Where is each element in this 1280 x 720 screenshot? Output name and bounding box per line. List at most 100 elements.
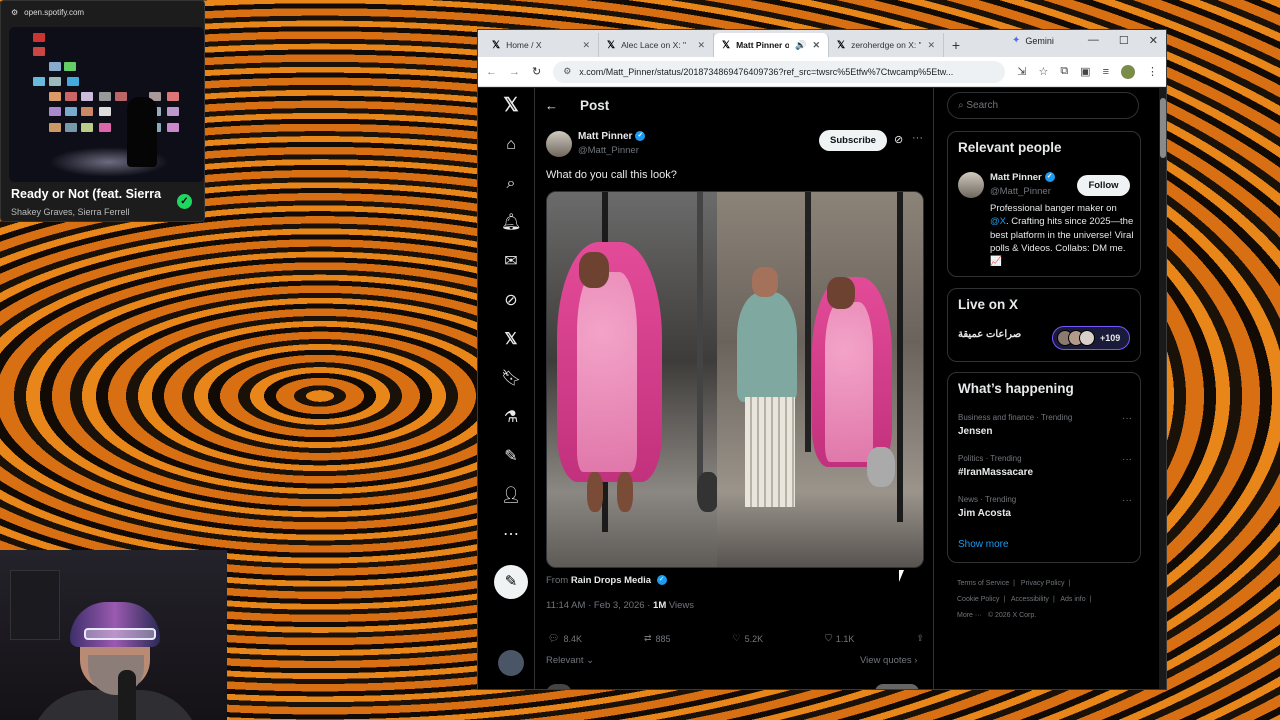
messages-icon[interactable]: ✉ [501, 252, 521, 272]
view-quotes-label: View quotes [860, 655, 912, 666]
track-artist[interactable]: Shakey Graves, Sierra Ferrell [11, 207, 130, 217]
tab-matt-pinner[interactable]: 𝕏 Matt Pinner o 🔊 ✕ [714, 33, 829, 57]
reload-icon[interactable]: ↻ [532, 65, 541, 78]
profile-icon[interactable]: 👤︎ [501, 486, 521, 506]
share-button[interactable]: ⇪ [916, 633, 924, 644]
chevron-right-icon: › [914, 655, 918, 666]
more-options-icon[interactable]: ··· [912, 132, 923, 144]
bookmark-star-icon[interactable]: ☆ [1038, 65, 1048, 78]
tab-alec-lace[interactable]: 𝕏 Alec Lace on X: " ✕ [599, 33, 714, 57]
x-logo-icon: 𝕏 [492, 39, 501, 51]
footer-ads-link[interactable]: Ads info [1060, 596, 1085, 603]
scrollbar-thumb[interactable] [1160, 98, 1166, 158]
trend-more-icon[interactable]: ··· [1122, 495, 1132, 506]
lists-icon[interactable]: ✎ [501, 447, 521, 467]
post-timestamp[interactable]: 11:14 AM · Feb 3, 2026 · [546, 600, 650, 611]
author-avatar[interactable] [546, 131, 572, 157]
bookmarks-icon[interactable]: 🔖︎ [501, 369, 521, 389]
speaker-icon[interactable]: 🔊 [795, 40, 806, 51]
live-listeners-pill[interactable]: +109 [1052, 326, 1130, 350]
x-premium-icon[interactable]: 𝕏 [501, 330, 521, 350]
footer-privacy-link[interactable]: Privacy Policy [1021, 580, 1065, 587]
reply-button-peek[interactable] [875, 684, 919, 689]
from-source-link[interactable]: Rain Drops Media [571, 575, 651, 586]
live-space-title[interactable]: صراعات عميقة [958, 329, 1021, 340]
trend-more-icon[interactable]: ··· [1122, 413, 1132, 424]
footer-cookie-link[interactable]: Cookie Policy [957, 596, 999, 603]
author-name-text: Matt Pinner [578, 131, 633, 142]
explore-icon[interactable]: ⌕ [501, 174, 521, 194]
address-bar[interactable]: ⚙ x.com/Matt_Pinner/status/2018734869476… [553, 60, 1006, 83]
new-tab-button[interactable]: + [944, 33, 968, 57]
grok-explain-icon[interactable]: ⊘ [894, 133, 903, 146]
search-input[interactable]: ⌕ Search [947, 92, 1139, 119]
back-icon[interactable]: ← [486, 66, 497, 78]
media-controls-icon[interactable]: ≡ [1103, 66, 1109, 78]
follow-button[interactable]: Follow [1077, 175, 1130, 196]
more-icon[interactable]: ⋯ [501, 525, 521, 545]
trend-category: Politics · Trending [958, 454, 1022, 463]
x-logo-icon[interactable]: 𝕏 [501, 96, 521, 116]
show-more-link[interactable]: Show more [958, 539, 1009, 550]
reply-button[interactable]: 💬︎ 8.4K [548, 633, 582, 644]
extensions-icon[interactable]: ⧉ [1060, 65, 1068, 78]
person-name[interactable]: Matt Pinner ✓ [990, 172, 1055, 183]
bio-mention-link[interactable]: @X [990, 216, 1006, 227]
subscribe-button[interactable]: Subscribe [819, 130, 887, 151]
footer-separator: | [1013, 580, 1015, 587]
person-avatar[interactable] [958, 172, 984, 198]
close-icon[interactable]: ✕ [927, 40, 935, 51]
footer-more-link[interactable]: More ··· [957, 612, 982, 619]
close-window-icon[interactable]: ✕ [1149, 34, 1158, 47]
minimize-icon[interactable]: — [1088, 34, 1099, 47]
back-arrow-icon[interactable]: ← [545, 98, 558, 113]
post-meta: 11:14 AM · Feb 3, 2026 · 1M Views [546, 600, 694, 611]
notifications-icon[interactable]: 🔔︎ [501, 213, 521, 233]
kebab-menu-icon[interactable]: ⋮ [1147, 65, 1158, 78]
trend-item[interactable]: Politics · Trending #IranMassacare ··· [958, 454, 1132, 478]
footer-accessibility-link[interactable]: Accessibility [1011, 596, 1049, 603]
trend-more-icon[interactable]: ··· [1122, 454, 1132, 465]
profile-avatar-icon[interactable] [1121, 64, 1135, 79]
close-icon[interactable]: ✕ [812, 40, 820, 51]
tab-label: Home / X [506, 40, 542, 50]
page-scrollbar[interactable] [1159, 88, 1166, 689]
maximize-icon[interactable]: ☐ [1119, 34, 1129, 47]
repost-button[interactable]: ⇄ 885 [644, 633, 671, 644]
grok-icon[interactable]: ⊘ [501, 291, 521, 311]
search-icon: ⌕ [958, 100, 964, 111]
reply-avatar[interactable] [546, 684, 572, 689]
repost-icon: ⇄ [643, 633, 652, 643]
close-icon[interactable]: ✕ [582, 40, 590, 51]
install-icon[interactable]: ⇲ [1017, 65, 1026, 78]
trend-item[interactable]: News · Trending Jim Acosta ··· [958, 495, 1132, 519]
view-quotes-link[interactable]: View quotes › [860, 655, 917, 666]
post-text: What do you call this look? [546, 169, 677, 181]
jobs-icon[interactable]: ⚗ [501, 408, 521, 428]
split-view-icon[interactable]: ▣ [1080, 65, 1090, 78]
tab-strip: 𝕏 Home / X ✕ 𝕏 Alec Lace on X: " ✕ 𝕏 Mat… [478, 30, 1166, 57]
author-handle[interactable]: @Matt_Pinner [578, 145, 639, 156]
tab-zerohedge[interactable]: 𝕏 zeroherdge on X: " ✕ [829, 33, 944, 57]
person-handle[interactable]: @Matt_Pinner [990, 186, 1051, 197]
account-avatar[interactable] [498, 650, 524, 676]
bookmark-button[interactable]: ⛉ 1.1K [825, 633, 854, 644]
compose-icon[interactable]: ✎ [494, 565, 528, 599]
footer-terms-link[interactable]: Terms of Service [957, 580, 1009, 587]
x-logo-icon: 𝕏 [607, 39, 616, 51]
reply-sort-dropdown[interactable]: Relevant ⌄ [546, 655, 594, 666]
tune-icon: ⚙ [11, 7, 19, 17]
trend-item[interactable]: Business and finance · Trending Jensen ·… [958, 413, 1132, 437]
home-icon[interactable]: ⌂ [501, 135, 521, 155]
close-icon[interactable]: ✕ [697, 40, 705, 51]
forward-icon[interactable]: → [509, 66, 520, 78]
trend-category: News · Trending [958, 495, 1017, 504]
saved-check-icon[interactable]: ✓ [177, 194, 192, 209]
author-name[interactable]: Matt Pinner ✓ [578, 131, 646, 142]
spotify-mini-player[interactable]: ⚙ open.spotify.com Ready or Not (feat. S… [0, 0, 205, 222]
site-info-icon[interactable]: ⚙ [563, 66, 571, 77]
gemini-button[interactable]: ✦ Gemini [1012, 35, 1054, 46]
tab-home-x[interactable]: 𝕏 Home / X ✕ [484, 33, 599, 57]
like-button[interactable]: ♡ 5.2K [733, 633, 764, 644]
post-media[interactable] [546, 191, 924, 568]
